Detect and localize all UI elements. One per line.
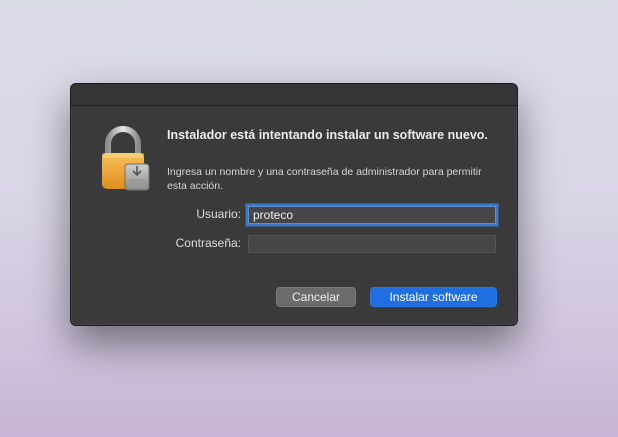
lock-icon bbox=[99, 126, 155, 192]
username-label: Usuario: bbox=[196, 207, 241, 221]
username-field[interactable] bbox=[248, 206, 496, 224]
dialog-titlebar bbox=[71, 84, 517, 106]
auth-dialog: Instalador está intentando instalar un s… bbox=[70, 83, 518, 326]
cancel-button[interactable]: Cancelar bbox=[276, 287, 356, 307]
install-software-button[interactable]: Instalar software bbox=[370, 287, 497, 307]
dialog-title: Instalador está intentando instalar un s… bbox=[167, 128, 488, 142]
password-field[interactable] bbox=[248, 235, 496, 253]
dialog-description: Ingresa un nombre y una contraseña de ad… bbox=[167, 166, 482, 192]
password-label: Contraseña: bbox=[175, 236, 241, 250]
